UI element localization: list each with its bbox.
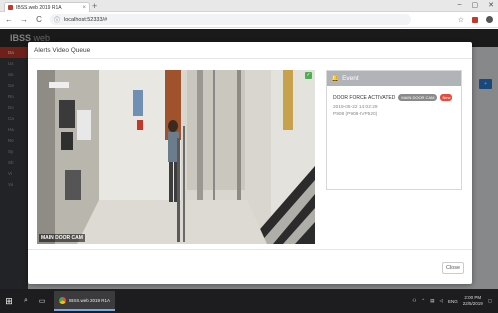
address-bar[interactable]: ⓘ localhost:52333/#: [50, 14, 411, 25]
minimize-button[interactable]: –: [458, 1, 462, 9]
chevron-up-icon[interactable]: ⌃: [421, 298, 425, 304]
back-button[interactable]: ←: [5, 15, 13, 24]
info-icon[interactable]: ⓘ: [54, 15, 60, 24]
event-header: 🔔 Event: [327, 71, 461, 86]
browser-tabbar: IBSS.web 2019 R1A × + – ▢ ✕: [0, 0, 498, 12]
tab-close-icon[interactable]: ×: [82, 5, 86, 11]
event-timestamp: 2019-05-22 14:02:29: [333, 105, 378, 110]
modal-divider: [28, 58, 472, 59]
windows-start-icon[interactable]: ⊞: [0, 296, 18, 307]
camera-frame-image: [37, 70, 315, 244]
account-icon[interactable]: [486, 16, 493, 23]
volume-icon[interactable]: ◁: [439, 298, 442, 304]
bookmark-star-icon[interactable]: ☆: [458, 16, 464, 24]
browser-toolbar: ← → C ⓘ localhost:52333/# ☆: [0, 12, 498, 28]
camera-status-icon[interactable]: ✓: [305, 72, 312, 79]
event-title: DOOR FORCE ACTIVATED: [333, 94, 396, 101]
camera-name-label: MAIN DOOR CAM: [39, 234, 85, 242]
system-tray: ⚇ ⌃ ▤ ◁ ENG 2:00 PM 22/5/2019 ▢: [412, 295, 498, 307]
close-window-button[interactable]: ✕: [488, 1, 494, 9]
event-panel: 🔔 Event DOOR FORCE ACTIVATED MAIN DOOR C…: [326, 70, 462, 190]
people-icon[interactable]: ⚇: [412, 298, 416, 304]
camera-badge: MAIN DOOR CAM: [398, 94, 438, 101]
taskbar-app-chrome[interactable]: IBSS.web 2019 R1A: [54, 291, 116, 311]
search-icon[interactable]: ⌕: [18, 297, 34, 305]
maximize-button[interactable]: ▢: [472, 1, 479, 9]
new-badge: New: [440, 94, 453, 101]
new-tab-button[interactable]: +: [92, 1, 97, 11]
reload-button[interactable]: C: [35, 15, 43, 24]
event-device: P908 (P908-IVP520): [333, 112, 378, 117]
taskbar-app-label: IBSS.web 2019 R1A: [69, 297, 111, 303]
close-button[interactable]: Close: [442, 262, 464, 274]
chrome-icon: [59, 296, 66, 304]
browser-tab[interactable]: IBSS.web 2019 R1A ×: [4, 2, 90, 12]
tab-favicon-icon: [8, 5, 13, 10]
toolbar-right-icons: ☆: [458, 16, 493, 24]
event-header-title: Event: [342, 75, 359, 82]
event-item[interactable]: DOOR FORCE ACTIVATED MAIN DOOR CAM New 2…: [327, 86, 461, 125]
language-indicator[interactable]: ENG: [448, 299, 458, 304]
taskbar-clock[interactable]: 2:00 PM 22/5/2019: [463, 295, 483, 307]
url-text[interactable]: localhost:52333/#: [64, 17, 107, 23]
alerts-video-modal: Alerts Video Queue ✓ MAIN DOOR CAM 🔔 Eve…: [28, 42, 472, 284]
forward-button[interactable]: →: [20, 15, 28, 24]
clock-date: 22/5/2019: [462, 301, 483, 306]
notifications-icon[interactable]: ▢: [488, 298, 492, 304]
modal-title: Alerts Video Queue: [34, 47, 91, 54]
bell-icon: 🔔: [331, 75, 340, 82]
camera-video-feed[interactable]: ✓ MAIN DOOR CAM: [37, 70, 315, 244]
task-view-icon[interactable]: ▭: [34, 297, 50, 305]
window-controls: – ▢ ✕: [458, 1, 494, 9]
modal-footer-divider: [28, 249, 472, 250]
extension-icon[interactable]: [472, 16, 478, 23]
tab-title: IBSS.web 2019 R1A: [16, 4, 62, 11]
windows-taskbar: ⊞ ⌕ ▭ IBSS.web 2019 R1A ⚇ ⌃ ▤ ◁ ENG 2:00…: [0, 289, 498, 313]
network-icon[interactable]: ▤: [430, 298, 434, 304]
